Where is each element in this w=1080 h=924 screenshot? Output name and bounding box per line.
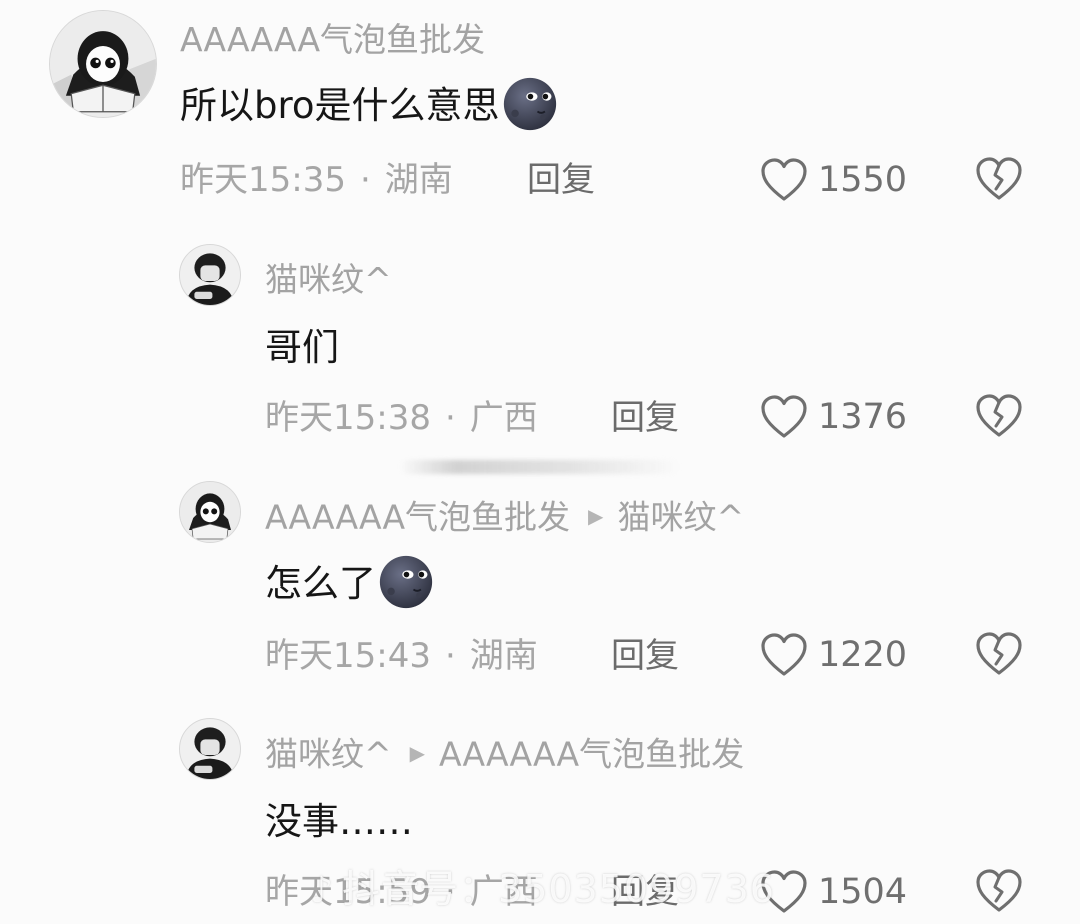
broken-heart-icon[interactable]: [975, 631, 1023, 677]
heart-outline-icon: [761, 870, 807, 913]
separator-dot: ·: [444, 872, 456, 912]
location: 湖南: [469, 636, 538, 676]
username-text[interactable]: AAAAAA气泡鱼批发: [180, 20, 485, 59]
reply-to-username[interactable]: AAAAAA气泡鱼批发: [439, 735, 744, 774]
reply-button[interactable]: 回复: [611, 636, 679, 676]
avatar[interactable]: [179, 244, 241, 306]
like-count: 1376: [818, 397, 908, 437]
comment-thread: AAAAAA气泡鱼批发 所以bro是什么意思 昨天15:35 · 湖南 回复 1…: [0, 0, 1080, 924]
location: 广西: [469, 872, 538, 912]
timestamp: 昨天15:38: [265, 398, 431, 438]
avatar[interactable]: [179, 718, 241, 780]
like-count: 1550: [818, 160, 908, 200]
location: 广西: [469, 398, 538, 438]
comment-text-content: 怎么了: [265, 562, 376, 605]
username[interactable]: 猫咪纹^: [265, 260, 392, 300]
comment-meta: 昨天15:43 · 湖南: [265, 636, 538, 676]
new-moon-face-icon: [379, 555, 433, 608]
comment-meta: 昨天15:35 · 湖南: [180, 160, 453, 200]
avatar-person-icon: [180, 245, 240, 305]
triangle-right-icon: ▶: [588, 504, 604, 528]
like-count: 1220: [818, 635, 908, 675]
like-button[interactable]: 1550: [760, 156, 907, 204]
reply-to-username[interactable]: 猫咪纹^: [617, 498, 744, 537]
timestamp: 昨天15:59: [265, 872, 431, 912]
comment-text: 哥们: [265, 324, 339, 372]
avatar-person-icon: [180, 719, 240, 779]
username[interactable]: 猫咪纹^ ▶ AAAAAA气泡鱼批发: [265, 733, 744, 779]
avatar-girl-reading-icon: [180, 482, 240, 542]
username-text[interactable]: 猫咪纹^: [265, 260, 392, 299]
comment-meta: 昨天15:59 · 广西: [265, 872, 538, 912]
comment-text-content: 没事……: [265, 800, 413, 843]
reply-button[interactable]: 回复: [611, 872, 679, 912]
comment-text: 所以bro是什么意思: [180, 77, 558, 132]
avatar-girl-reading-icon: [50, 11, 156, 117]
heart-outline-icon: [761, 158, 807, 201]
separator-dot: ·: [359, 160, 371, 200]
timestamp: 昨天15:35: [180, 160, 346, 200]
location: 湖南: [384, 160, 453, 200]
expand-replies-bar[interactable]: [400, 460, 680, 474]
avatar[interactable]: [49, 10, 157, 118]
timestamp: 昨天15:43: [265, 636, 431, 676]
avatar[interactable]: [179, 481, 241, 543]
like-count: 1504: [818, 872, 908, 912]
username[interactable]: AAAAAA气泡鱼批发: [180, 20, 485, 60]
triangle-right-icon: ▶: [409, 741, 426, 765]
username-text[interactable]: AAAAAA气泡鱼批发: [265, 498, 570, 537]
broken-heart-icon[interactable]: [975, 393, 1023, 439]
comment-text-content: 所以bro是什么意思: [180, 84, 500, 127]
new-moon-face-icon: [503, 77, 556, 130]
heart-outline-icon: [761, 633, 807, 676]
reply-button[interactable]: 回复: [611, 398, 679, 438]
comment-text: 怎么了: [265, 555, 434, 610]
broken-heart-icon[interactable]: [975, 156, 1023, 202]
username[interactable]: AAAAAA气泡鱼批发 ▶ 猫咪纹^: [265, 496, 744, 542]
comment-text: 没事……: [265, 798, 413, 846]
separator-dot: ·: [444, 636, 456, 676]
username-text[interactable]: 猫咪纹^: [265, 735, 392, 774]
separator-dot: ·: [444, 398, 456, 438]
like-button[interactable]: 1504: [760, 868, 907, 916]
comment-text-content: 哥们: [265, 326, 339, 369]
broken-heart-icon[interactable]: [975, 868, 1023, 914]
like-button[interactable]: 1220: [760, 631, 907, 679]
heart-outline-icon: [761, 395, 807, 438]
reply-button[interactable]: 回复: [527, 160, 595, 200]
comment-meta: 昨天15:38 · 广西: [265, 398, 538, 438]
like-button[interactable]: 1376: [760, 393, 907, 441]
